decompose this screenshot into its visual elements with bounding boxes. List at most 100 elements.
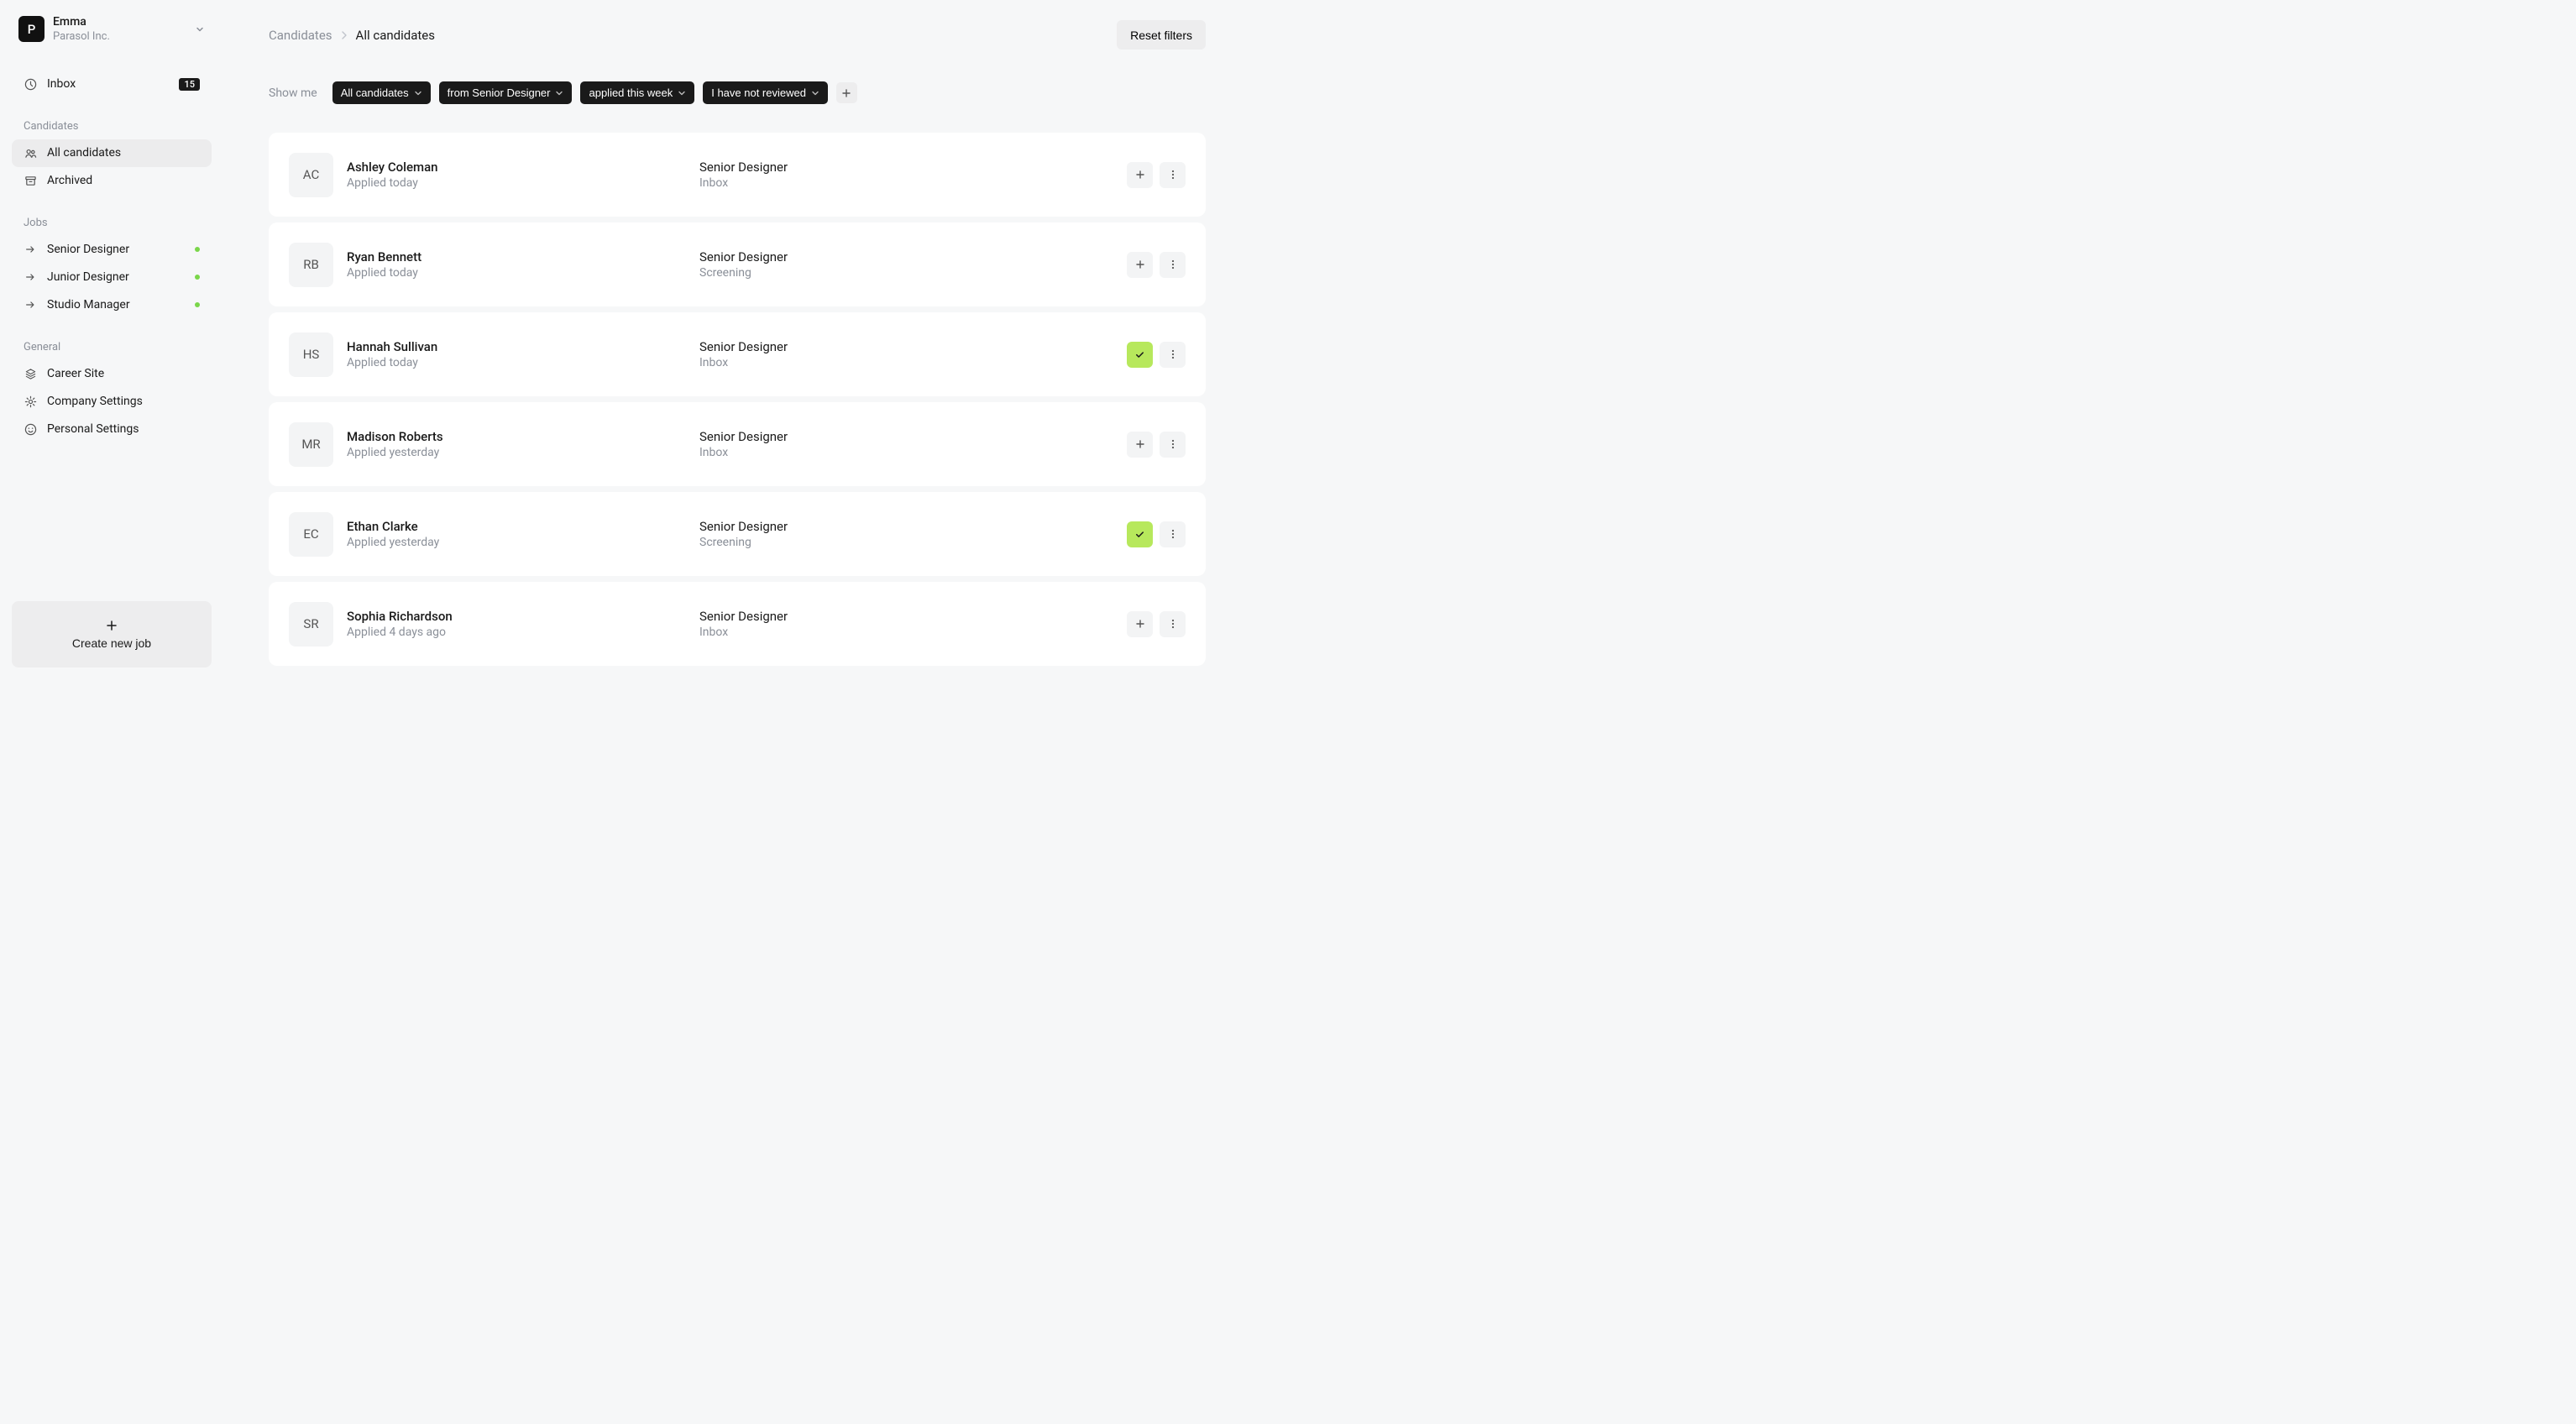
candidate-role: Senior Designer xyxy=(699,249,1127,264)
sidebar: P Emma Parasol Inc. Inbox 15 Candidates xyxy=(0,0,223,683)
sidebar-item-label: Archived xyxy=(47,174,200,187)
candidate-applied: Applied yesterday xyxy=(347,446,699,459)
more-vertical-icon xyxy=(1168,618,1178,630)
add-button[interactable] xyxy=(1127,162,1153,188)
candidate-card[interactable]: RBRyan BennettApplied todaySenior Design… xyxy=(269,222,1206,306)
candidate-stage: Inbox xyxy=(699,356,1127,369)
sidebar-item-career-site[interactable]: Career Site xyxy=(12,360,212,388)
candidate-avatar: MR xyxy=(289,422,333,467)
candidate-applied: Applied yesterday xyxy=(347,536,699,549)
smile-icon xyxy=(24,422,37,436)
filter-bar: Show me All candidates from Senior Desig… xyxy=(269,81,1206,104)
candidate-stage: Inbox xyxy=(699,626,1127,639)
add-button[interactable] xyxy=(1127,611,1153,637)
check-icon xyxy=(1134,349,1145,360)
sidebar-item-label: Personal Settings xyxy=(47,422,200,436)
clock-icon xyxy=(24,77,37,91)
sidebar-item-label: Senior Designer xyxy=(47,243,185,256)
more-vertical-icon xyxy=(1168,528,1178,540)
gear-icon xyxy=(24,395,37,408)
breadcrumb: Candidates All candidates xyxy=(269,28,435,43)
sidebar-item-archived[interactable]: Archived xyxy=(12,167,212,195)
status-dot-icon xyxy=(195,275,200,280)
more-actions-button[interactable] xyxy=(1160,432,1186,458)
sidebar-item-label: All candidates xyxy=(47,146,200,160)
more-actions-button[interactable] xyxy=(1160,611,1186,637)
candidate-role: Senior Designer xyxy=(699,429,1127,444)
section-jobs: Jobs xyxy=(12,217,212,229)
filter-chip-applied-period[interactable]: applied this week xyxy=(580,81,694,104)
filter-chip-review-status[interactable]: I have not reviewed xyxy=(703,81,828,104)
more-vertical-icon xyxy=(1168,169,1178,181)
sidebar-item-label: Studio Manager xyxy=(47,298,185,312)
company-name: Parasol Inc. xyxy=(53,30,186,44)
breadcrumb-current: All candidates xyxy=(356,28,435,43)
sidebar-item-inbox[interactable]: Inbox 15 xyxy=(12,71,212,98)
more-actions-button[interactable] xyxy=(1160,252,1186,278)
candidate-card[interactable]: SRSophia RichardsonApplied 4 days agoSen… xyxy=(269,582,1206,666)
candidate-name: Sophia Richardson xyxy=(347,609,699,624)
candidate-applied: Applied 4 days ago xyxy=(347,626,699,639)
plus-icon xyxy=(1135,619,1145,629)
sidebar-item-senior-designer[interactable]: Senior Designer xyxy=(12,236,212,264)
reviewed-button[interactable] xyxy=(1127,342,1153,368)
org-switcher[interactable]: P Emma Parasol Inc. xyxy=(12,15,212,44)
candidate-name: Madison Roberts xyxy=(347,429,699,444)
filter-chip-all-candidates[interactable]: All candidates xyxy=(332,81,431,104)
chip-label: All candidates xyxy=(341,86,409,99)
candidate-role: Senior Designer xyxy=(699,519,1127,534)
chip-label: from Senior Designer xyxy=(448,86,551,99)
chip-label: applied this week xyxy=(589,86,673,99)
add-button[interactable] xyxy=(1127,252,1153,278)
candidate-card[interactable]: MR Madison Roberts Applied yesterdaySenior… xyxy=(269,402,1206,486)
create-job-label: Create new job xyxy=(72,636,151,650)
candidate-avatar: EC xyxy=(289,512,333,557)
candidate-name: Hannah Sullivan xyxy=(347,339,699,354)
candidate-role: Senior Designer xyxy=(699,160,1127,175)
sidebar-item-personal-settings[interactable]: Personal Settings xyxy=(12,416,212,443)
more-actions-button[interactable] xyxy=(1160,521,1186,547)
chip-label: I have not reviewed xyxy=(711,86,806,99)
sidebar-item-label: Junior Designer xyxy=(47,270,185,284)
chevron-right-icon xyxy=(341,31,348,39)
breadcrumb-root[interactable]: Candidates xyxy=(269,28,332,43)
sidebar-item-studio-manager[interactable]: Studio Manager xyxy=(12,291,212,319)
sidebar-item-company-settings[interactable]: Company Settings xyxy=(12,388,212,416)
candidate-card[interactable]: ECEthan ClarkeApplied yesterdaySenior De… xyxy=(269,492,1206,576)
reviewed-button[interactable] xyxy=(1127,521,1153,547)
archive-icon xyxy=(24,174,37,187)
plus-icon xyxy=(1135,259,1145,270)
candidate-avatar: RB xyxy=(289,243,333,287)
sidebar-item-all-candidates[interactable]: All candidates xyxy=(12,139,212,167)
sidebar-item-junior-designer[interactable]: Junior Designer xyxy=(12,264,212,291)
more-actions-button[interactable] xyxy=(1160,162,1186,188)
filter-chip-from-role[interactable]: from Senior Designer xyxy=(439,81,573,104)
sidebar-item-label: Career Site xyxy=(47,367,200,380)
layers-icon xyxy=(24,367,37,380)
candidate-role: Senior Designer xyxy=(699,609,1127,624)
add-filter-button[interactable] xyxy=(836,82,857,103)
candidate-card[interactable]: ACAshley ColemanApplied todaySenior Desi… xyxy=(269,133,1206,217)
check-icon xyxy=(1134,529,1145,540)
chevron-down-icon xyxy=(195,24,205,34)
inbox-label: Inbox xyxy=(47,77,169,91)
main-content: Candidates All candidates Reset filters … xyxy=(223,0,1236,683)
reset-filters-button[interactable]: Reset filters xyxy=(1117,20,1206,50)
add-button[interactable] xyxy=(1127,432,1153,458)
candidate-applied: Applied today xyxy=(347,356,699,369)
plus-icon xyxy=(841,88,851,98)
candidate-avatar: HS xyxy=(289,332,333,377)
section-candidates: Candidates xyxy=(12,120,212,133)
candidate-stage: Inbox xyxy=(699,446,1127,459)
more-actions-button[interactable] xyxy=(1160,342,1186,368)
candidate-name: Ashley Coleman xyxy=(347,160,699,175)
create-new-job-button[interactable]: Create new job xyxy=(12,601,212,668)
status-dot-icon xyxy=(195,247,200,252)
chevron-down-icon xyxy=(555,89,563,97)
candidate-card[interactable]: HSHannah SullivanApplied todaySenior Des… xyxy=(269,312,1206,396)
chevron-down-icon xyxy=(811,89,819,97)
section-general: General xyxy=(12,341,212,353)
inbox-count-badge: 15 xyxy=(179,78,200,91)
candidate-name: Ryan Bennett xyxy=(347,249,699,264)
candidate-applied: Applied today xyxy=(347,176,699,190)
